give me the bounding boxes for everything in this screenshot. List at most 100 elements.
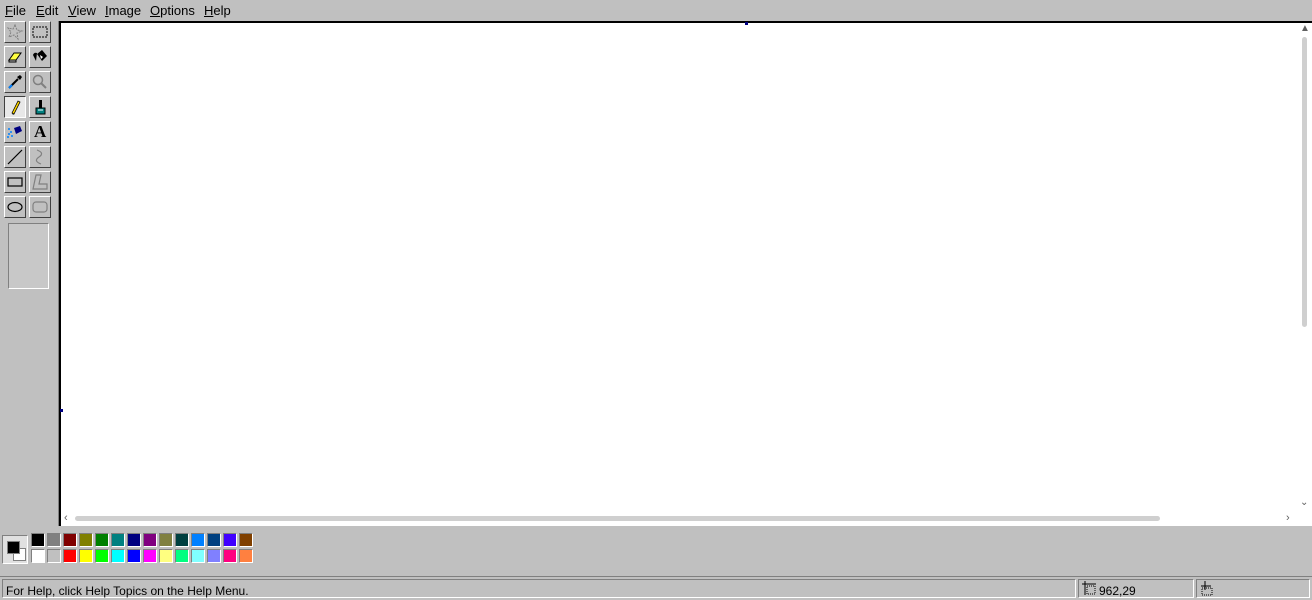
- palette-swatch[interactable]: [31, 533, 45, 547]
- palette-swatch[interactable]: [223, 533, 237, 547]
- vertical-scrollbar[interactable]: ▲ ⌄: [1296, 23, 1312, 513]
- palette-swatch[interactable]: [79, 549, 93, 563]
- fill-bucket-icon: [33, 50, 47, 61]
- tool-rectangle[interactable]: [4, 171, 26, 193]
- line-icon: [7, 149, 23, 165]
- color-palette: [0, 527, 1312, 575]
- airbrush-icon: [7, 126, 22, 138]
- tool-color-picker[interactable]: [4, 71, 26, 93]
- status-bar: For Help, click Help Topics on the Help …: [0, 576, 1312, 600]
- palette-swatch[interactable]: [63, 533, 77, 547]
- palette-swatch[interactable]: [175, 533, 189, 547]
- curve-icon: [35, 149, 43, 165]
- tool-magnifier[interactable]: [29, 71, 51, 93]
- palette-swatch[interactable]: [159, 549, 173, 563]
- ellipse-icon: [7, 201, 23, 213]
- color-picker-icon: [8, 75, 22, 89]
- tool-rect-select[interactable]: [29, 21, 51, 43]
- scroll-left-icon[interactable]: ‹: [64, 512, 68, 524]
- palette-swatch[interactable]: [95, 549, 109, 563]
- rectangle-icon: [7, 177, 23, 187]
- toolbox: A: [0, 21, 59, 526]
- current-colors: [2, 535, 28, 564]
- palette-swatch[interactable]: [31, 549, 45, 563]
- rect-select-icon: [32, 26, 48, 38]
- eraser-icon: [8, 52, 22, 63]
- rounded-rect-icon: [32, 201, 48, 213]
- palette-swatch[interactable]: [191, 533, 205, 547]
- menu-view[interactable]: View: [67, 3, 97, 18]
- menu-help-label: elp: [213, 3, 231, 18]
- resize-handle-left[interactable]: [60, 409, 63, 412]
- status-help-cell: For Help, click Help Topics on the Help …: [2, 579, 1076, 598]
- palette-swatch[interactable]: [207, 533, 221, 547]
- scroll-right-icon[interactable]: ›: [1286, 512, 1290, 524]
- palette-swatch[interactable]: [111, 549, 125, 563]
- menu-edit-label: dit: [44, 3, 59, 18]
- tool-rounded-rect[interactable]: [29, 196, 51, 218]
- menu-edit[interactable]: Edit: [35, 3, 59, 18]
- palette-swatch[interactable]: [47, 533, 61, 547]
- palette-swatch[interactable]: [95, 533, 109, 547]
- polygon-icon: [32, 174, 48, 190]
- pencil-icon: [11, 100, 21, 115]
- tool-curve[interactable]: [29, 146, 51, 168]
- free-form-select-icon: [6, 23, 24, 41]
- foreground-color-swatch: [7, 541, 20, 554]
- drawing-canvas[interactable]: [63, 26, 1297, 512]
- menu-file[interactable]: File: [4, 3, 27, 18]
- horizontal-scrollbar[interactable]: ‹ ›: [61, 512, 1296, 526]
- tool-line[interactable]: [4, 146, 26, 168]
- text-icon: A: [34, 122, 47, 141]
- tool-options-box[interactable]: [8, 223, 49, 289]
- menu-edit-accel: E: [36, 3, 45, 18]
- status-position-text: 962,29: [1099, 584, 1136, 598]
- tool-fill[interactable]: [29, 46, 51, 68]
- palette-swatch[interactable]: [143, 533, 157, 547]
- horizontal-scroll-thumb[interactable]: [75, 516, 1160, 521]
- tool-ellipse[interactable]: [4, 196, 26, 218]
- menu-image-label: mage: [108, 3, 142, 18]
- menu-help-accel: H: [204, 3, 214, 18]
- menu-options[interactable]: Options: [149, 3, 196, 18]
- magnifier-icon: [32, 74, 47, 89]
- menu-file-label: ile: [12, 3, 26, 18]
- scroll-up-icon[interactable]: ▲: [1300, 23, 1310, 34]
- palette-swatch[interactable]: [47, 549, 61, 563]
- tool-eraser[interactable]: [4, 46, 26, 68]
- palette-swatch[interactable]: [239, 533, 253, 547]
- palette-swatch[interactable]: [207, 549, 221, 563]
- palette-swatch[interactable]: [223, 549, 237, 563]
- palette-swatch[interactable]: [159, 533, 173, 547]
- palette-swatch[interactable]: [79, 533, 93, 547]
- scrollbar-corner: [1296, 512, 1312, 526]
- vertical-scroll-thumb[interactable]: [1302, 37, 1307, 327]
- status-size-cell: [1196, 579, 1310, 598]
- cursor-position-icon: [1082, 581, 1096, 595]
- palette-swatch[interactable]: [191, 549, 205, 563]
- menu-options-accel: O: [150, 3, 161, 18]
- scroll-down-icon[interactable]: ⌄: [1300, 497, 1308, 508]
- palette-swatch[interactable]: [127, 549, 141, 563]
- palette-swatch[interactable]: [175, 549, 189, 563]
- menu-help[interactable]: Help: [203, 3, 232, 18]
- menu-image[interactable]: Image: [104, 3, 142, 18]
- tool-polygon[interactable]: [29, 171, 51, 193]
- palette-swatch[interactable]: [63, 549, 77, 563]
- menu-view-label: iew: [76, 3, 96, 18]
- tool-brush[interactable]: [29, 96, 51, 118]
- tool-free-form-select[interactable]: [4, 21, 26, 43]
- palette-swatch[interactable]: [111, 533, 125, 547]
- canvas-area: ▲ ⌄ ‹ ›: [59, 21, 1312, 526]
- palette-swatch[interactable]: [127, 533, 141, 547]
- palette-swatch[interactable]: [143, 549, 157, 563]
- resize-handle-top[interactable]: [745, 22, 748, 25]
- tool-airbrush[interactable]: [4, 121, 26, 143]
- brush-icon: [35, 100, 46, 115]
- menu-file-accel: F: [5, 3, 13, 18]
- palette-swatch[interactable]: [239, 549, 253, 563]
- tool-pencil[interactable]: [4, 96, 26, 118]
- tool-text[interactable]: A: [29, 121, 51, 143]
- menu-bar: File Edit View Image Options Help: [0, 0, 1312, 21]
- status-help-text: For Help, click Help Topics on the Help …: [6, 584, 249, 598]
